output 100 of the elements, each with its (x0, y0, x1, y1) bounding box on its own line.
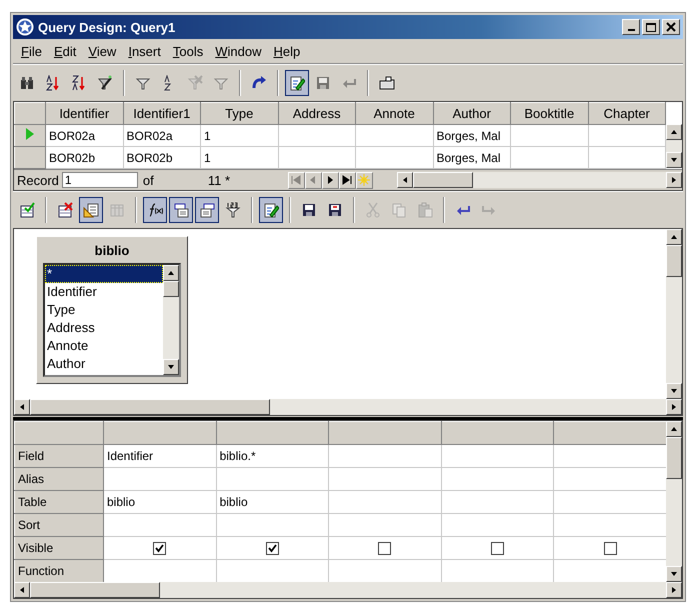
wand-filter-icon (97, 75, 113, 91)
menu-item[interactable]: Tools (166, 44, 210, 58)
scroll-right-button[interactable] (666, 582, 682, 598)
field-list-item[interactable]: * (45, 265, 163, 283)
table-cell: BOR02b (123, 146, 200, 168)
column-header[interactable]: Booktitle (510, 102, 588, 124)
minimize-button[interactable] (622, 19, 640, 35)
menu-item[interactable]: Edit (48, 44, 82, 58)
scroll-right-button[interactable] (666, 399, 682, 415)
scroll-down-button[interactable] (666, 383, 682, 399)
checkbox[interactable] (153, 542, 166, 556)
column-header[interactable]: Annote (356, 102, 433, 124)
scrollbar-thumb[interactable] (30, 399, 270, 415)
scroll-down-button[interactable] (666, 566, 682, 582)
table-window[interactable]: biblio * Identifier Type Address Annote Author (36, 236, 188, 384)
binoculars-icon (19, 75, 35, 91)
column-header[interactable]: Author (433, 102, 510, 124)
sort-ascending-icon (45, 75, 61, 91)
checkmark-icon (155, 544, 164, 554)
copy-icon (391, 202, 407, 218)
scroll-left-button[interactable] (396, 172, 413, 188)
scrollbar-thumb[interactable] (412, 172, 473, 188)
current-row-arrow-icon (26, 128, 34, 140)
checkbox[interactable] (491, 542, 504, 556)
column-header[interactable]: Type (200, 102, 278, 124)
table-cell: 1 (200, 146, 278, 168)
ruler-document-icon (83, 202, 99, 218)
scroll-up-button[interactable] (666, 421, 682, 437)
scrollbar-thumb[interactable] (666, 245, 682, 277)
column-header[interactable]: Chapter (588, 102, 666, 124)
horizontal-scrollbar[interactable] (396, 172, 682, 188)
column-header[interactable]: Identifier1 (123, 102, 200, 124)
column-header[interactable] (216, 422, 329, 444)
scroll-right-button[interactable] (666, 172, 682, 188)
horizontal-scrollbar[interactable] (14, 399, 682, 415)
scroll-left-button[interactable] (14, 399, 30, 415)
of-label: of (142, 172, 155, 188)
scrollbar-thumb[interactable] (163, 281, 179, 297)
functions-button[interactable] (143, 197, 167, 223)
row-header: Function (14, 560, 104, 582)
menu-item[interactable]: View (82, 44, 122, 58)
new-record-button[interactable] (356, 172, 373, 188)
field-list-item[interactable]: Author (45, 355, 163, 373)
row-header[interactable] (14, 146, 46, 168)
table-cross-icon (57, 202, 73, 218)
column-header[interactable] (328, 422, 442, 444)
menu-item[interactable]: Help (267, 44, 306, 58)
row-header: Visible (14, 536, 104, 560)
window-title: Query Design: Query1 (38, 20, 176, 34)
maximize-icon (646, 22, 656, 32)
column-header[interactable]: Identifier (46, 102, 123, 124)
vertical-scrollbar[interactable] (666, 229, 682, 399)
scrollbar-thumb[interactable] (30, 582, 160, 598)
field-list-item[interactable]: Annote (45, 337, 163, 355)
design-view-button[interactable] (79, 197, 103, 223)
menu-item[interactable]: File (15, 44, 48, 58)
vertical-scrollbar[interactable] (666, 124, 682, 168)
record-number-field[interactable]: 1 (62, 172, 138, 188)
funnel-numbers-icon (225, 202, 241, 218)
scroll-up-button[interactable] (666, 229, 682, 245)
scroll-left-button[interactable] (14, 582, 30, 598)
scroll-up-button[interactable] (163, 265, 179, 281)
horizontal-scrollbar[interactable] (14, 582, 682, 598)
edit-button[interactable] (285, 70, 309, 96)
record-count: 11 * (208, 172, 232, 188)
alias-button[interactable] (195, 197, 219, 223)
next-record-button[interactable] (322, 172, 339, 188)
scroll-up-button[interactable] (666, 124, 682, 140)
column-header[interactable]: Address (278, 102, 356, 124)
table-name-button[interactable] (169, 197, 193, 223)
stacked-windows-icon (173, 202, 189, 218)
maximize-button[interactable] (642, 19, 660, 35)
last-record-button[interactable] (338, 172, 356, 188)
checkbox[interactable] (378, 542, 392, 556)
scroll-down-button[interactable] (163, 359, 179, 375)
field-list-item[interactable]: Type (45, 301, 163, 319)
column-header[interactable] (104, 422, 216, 444)
edit-button[interactable] (259, 197, 283, 223)
close-button[interactable] (662, 19, 680, 35)
scroll-down-button[interactable] (666, 152, 682, 168)
funnel-cross-icon (187, 75, 203, 91)
scrollbar-thumb[interactable] (666, 437, 682, 479)
minimize-icon (628, 29, 634, 31)
vertical-scrollbar[interactable] (666, 421, 682, 582)
menu-item[interactable]: Window (209, 44, 268, 58)
field-list-item[interactable]: Identifier (45, 283, 163, 301)
column-header[interactable] (554, 422, 666, 444)
table-cell: biblio (220, 495, 248, 509)
menu-item[interactable]: Insert (122, 44, 167, 58)
clipboard-icon (417, 202, 433, 218)
field-list-item[interactable]: Address (45, 319, 163, 337)
column-header[interactable] (441, 422, 554, 444)
pencil-document-icon (263, 202, 279, 218)
checkbox[interactable] (604, 542, 617, 556)
checkbox[interactable] (266, 542, 279, 556)
table-icon (109, 202, 125, 218)
table-cell: Borges, Mal (433, 124, 510, 146)
row-header[interactable] (14, 124, 46, 146)
row-header: Field (14, 444, 104, 468)
vertical-scrollbar[interactable] (163, 265, 179, 375)
